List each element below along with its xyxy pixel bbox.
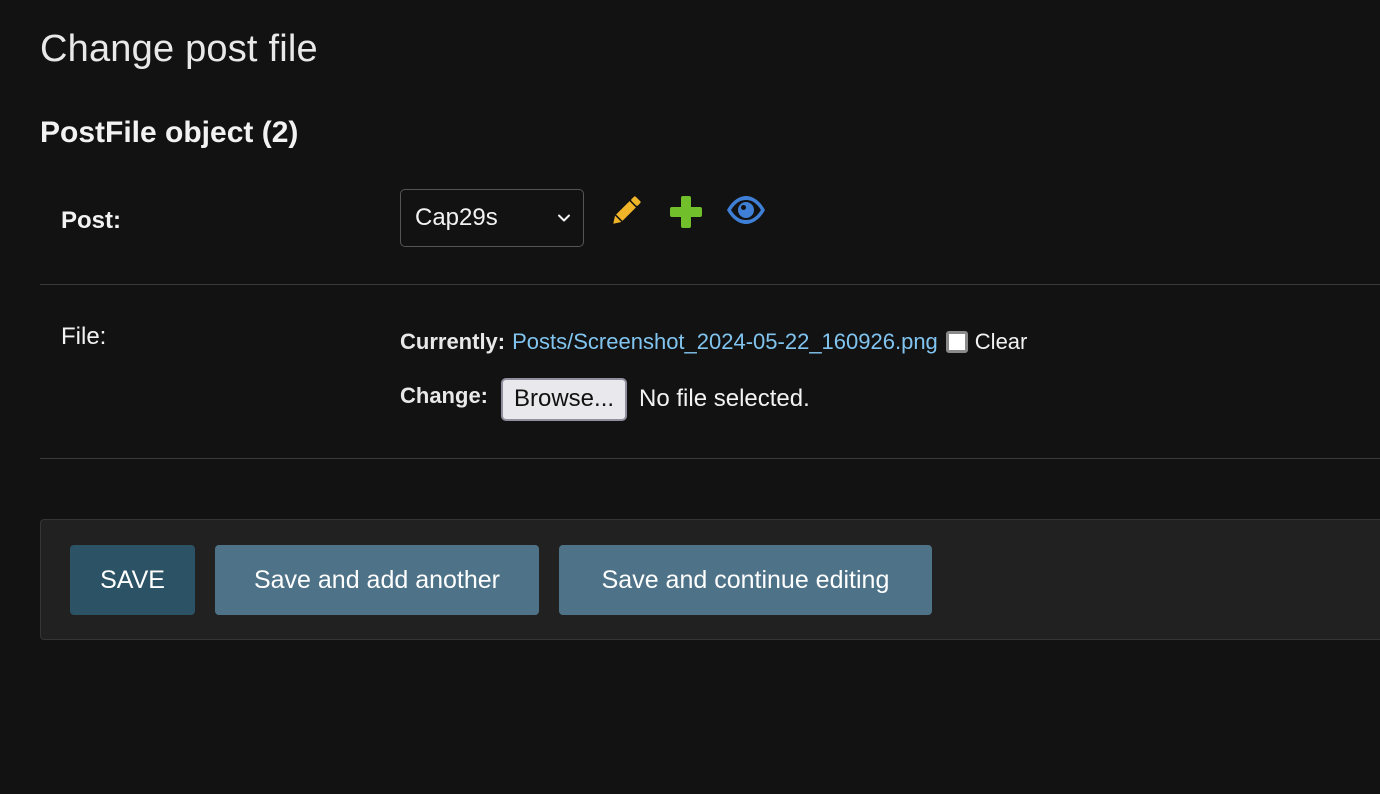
browse-button[interactable]: Browse...	[501, 377, 628, 421]
clear-checkbox[interactable]	[945, 331, 968, 353]
current-file-line: Currently: Posts/Screenshot_2024-05-22_1…	[400, 327, 1027, 357]
change-form: Change post file PostFile object (2) Pos…	[0, 0, 1380, 794]
eye-icon[interactable]	[725, 194, 767, 226]
currently-label: Currently:	[400, 329, 506, 354]
file-label: File:	[61, 323, 107, 350]
object-title: PostFile object (2)	[40, 116, 299, 149]
current-file-link[interactable]: Posts/Screenshot_2024-05-22_160926.png	[512, 329, 938, 355]
page-title: Change post file	[40, 28, 318, 70]
save-and-add-another-button[interactable]: Save and add another	[215, 545, 539, 615]
change-file-line: Change: Browse... No file selected.	[400, 377, 810, 421]
post-select[interactable]: Cap29s	[400, 189, 584, 247]
pencil-icon[interactable]	[607, 192, 645, 230]
submit-row: SAVE Save and add another Save and conti…	[40, 519, 1380, 640]
save-button[interactable]: SAVE	[70, 545, 195, 615]
change-label: Change:	[400, 383, 488, 408]
post-label: Post:	[61, 207, 121, 234]
plus-icon[interactable]	[668, 194, 704, 230]
form-row-file: File: Currently: Posts/Screenshot_2024-0…	[40, 285, 1380, 459]
form-row-post: Post: Cap29s	[40, 174, 1380, 285]
clear-label[interactable]: Clear	[975, 329, 1028, 355]
save-and-continue-button[interactable]: Save and continue editing	[559, 545, 932, 615]
chevron-down-icon	[558, 214, 570, 222]
no-file-selected-text: No file selected.	[639, 385, 810, 412]
post-select-value: Cap29s	[415, 204, 498, 231]
